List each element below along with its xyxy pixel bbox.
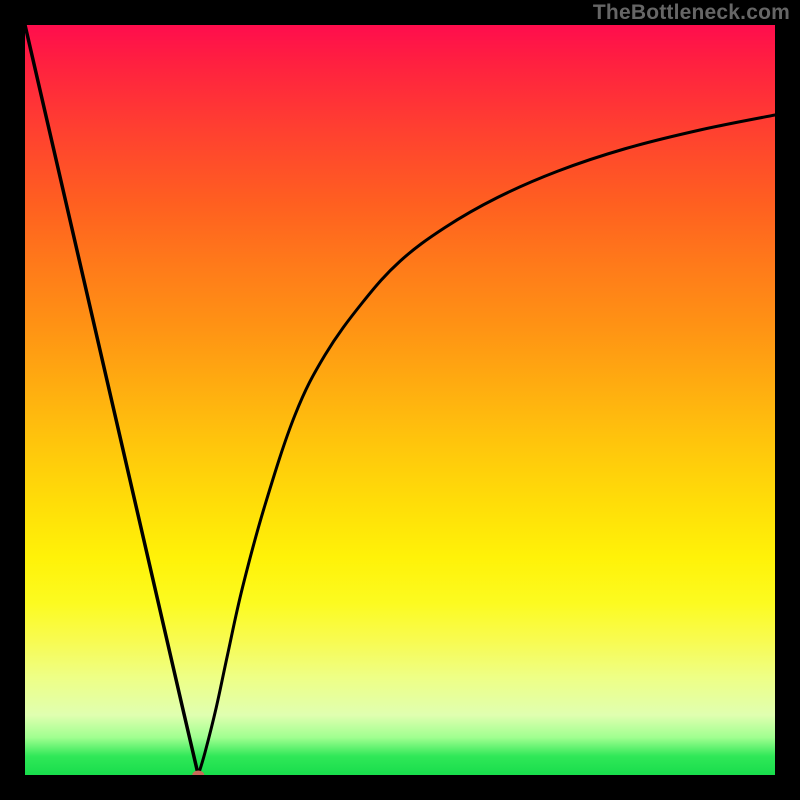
attribution-text: TheBottleneck.com [593,1,790,25]
chart-frame: TheBottleneck.com [0,0,800,800]
curve-right-branch [198,115,775,775]
bottleneck-curve [25,25,775,775]
plot-area [25,25,775,775]
vertex-marker [192,771,204,776]
curve-left-branch [25,25,198,775]
curve-layer [25,25,775,775]
